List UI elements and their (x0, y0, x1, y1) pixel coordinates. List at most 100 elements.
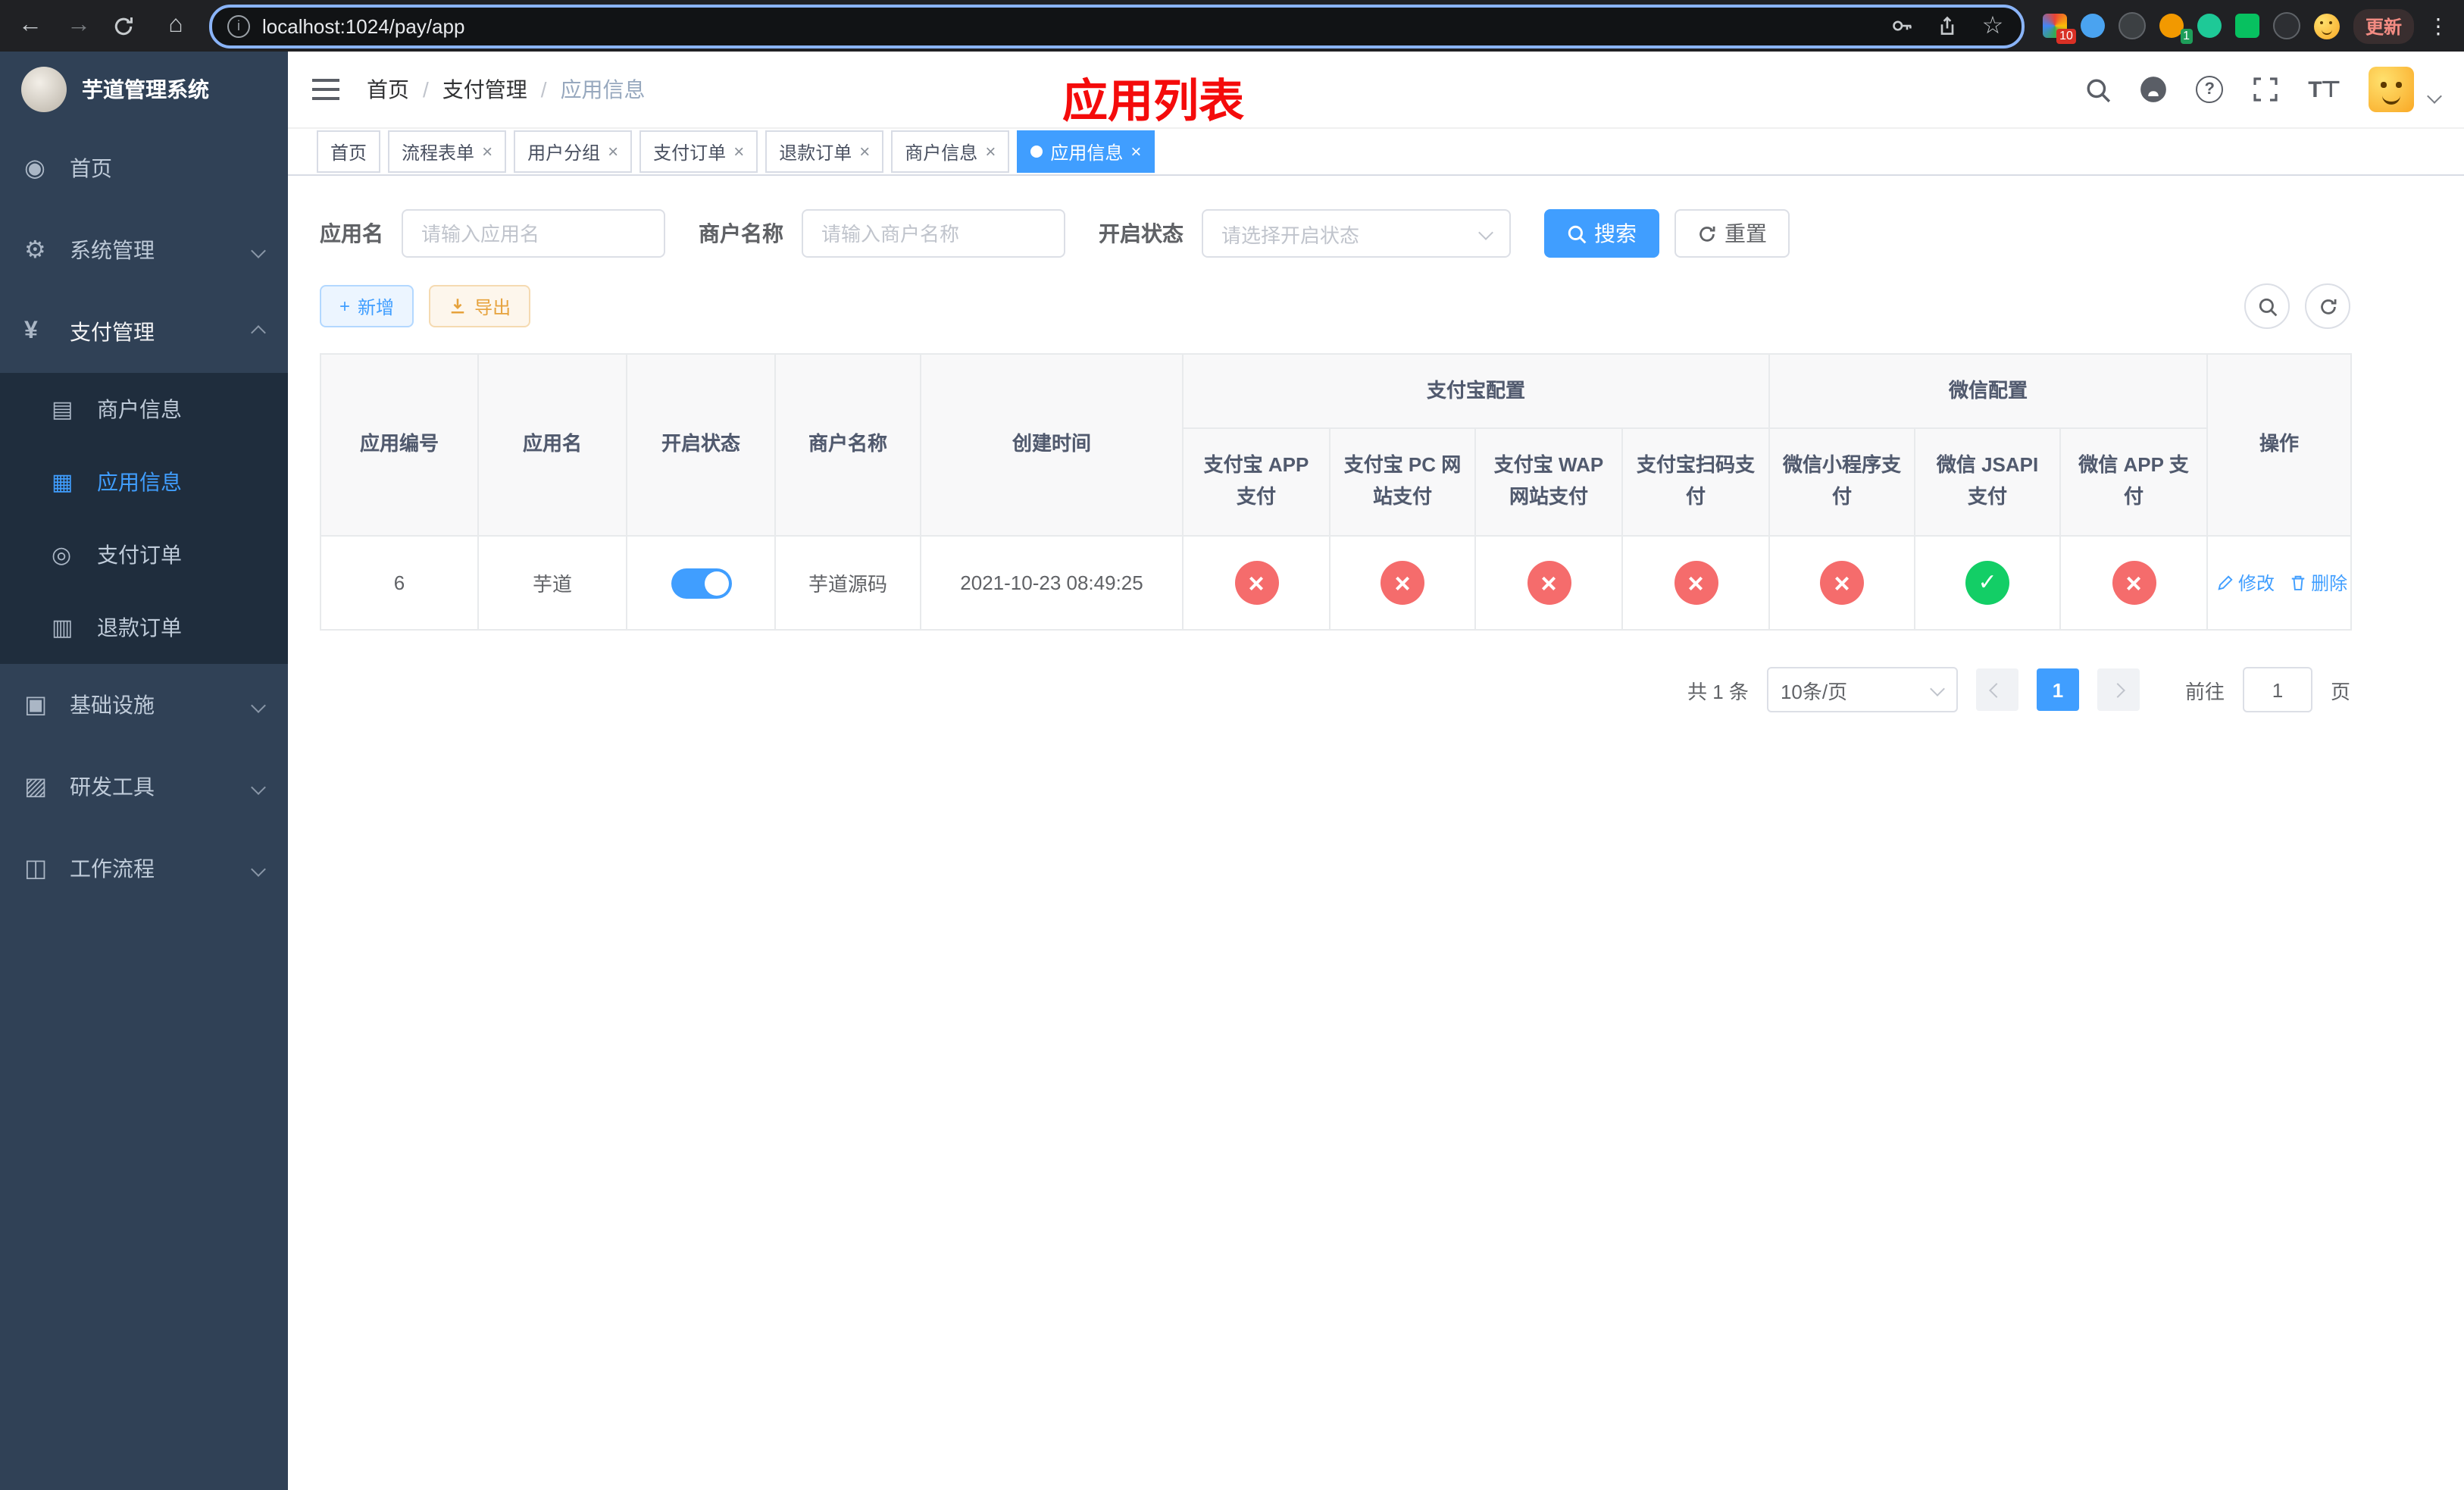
close-icon[interactable]: × (1130, 142, 1141, 161)
sidebar-item-merchant-info[interactable]: ▤ 商户信息 (0, 373, 288, 446)
chevron-right-icon (2111, 682, 2126, 697)
app-name-input[interactable] (402, 209, 665, 258)
sidebar-item-label: 支付订单 (97, 543, 182, 567)
wx-app-status-icon (2112, 561, 2156, 605)
back-icon[interactable]: ← (15, 13, 45, 38)
sidebar-item-infra[interactable]: ▣ 基础设施 (0, 664, 288, 746)
sidebar-item-label: 工作流程 (70, 856, 155, 881)
tab-home[interactable]: 首页 (317, 130, 381, 173)
edit-button[interactable]: 修改 (2217, 570, 2275, 596)
alipay-wap-status-icon (1527, 561, 1571, 605)
browser-profile-avatar[interactable] (2313, 13, 2340, 39)
tab-label: 退款订单 (779, 142, 852, 163)
content: 应用名 商户名称 开启状态 请选择开启状态 (288, 176, 2464, 712)
sidebar-item-refund-order[interactable]: ▥ 退款订单 (0, 591, 288, 664)
extension-green-circle-icon[interactable] (2197, 14, 2222, 38)
status-select[interactable]: 请选择开启状态 (1202, 209, 1511, 258)
merchant-name-input[interactable] (802, 209, 1065, 258)
col-wx-jsapi: 微信 JSAPI 支付 (1914, 427, 2062, 537)
help-icon[interactable]: ? (2196, 76, 2224, 103)
page-number-button[interactable]: 1 (2036, 668, 2079, 711)
grid-icon: ▦ (52, 470, 73, 496)
sidebar-item-pay-order[interactable]: ◎ 支付订单 (0, 518, 288, 591)
col-op: 操作 (2206, 353, 2353, 537)
add-button[interactable]: + 新增 (320, 285, 414, 327)
download-icon (451, 299, 464, 314)
breadcrumb-payment[interactable]: 支付管理 (442, 74, 527, 105)
chevron-left-icon (1990, 682, 2005, 697)
tab-merchant-info[interactable]: 商户信息 × (891, 130, 1010, 173)
reset-button[interactable]: 重置 (1674, 209, 1790, 258)
app-logo[interactable]: 芋道管理系统 (0, 52, 288, 127)
chevron-down-icon (1930, 681, 1945, 696)
close-icon[interactable]: × (859, 142, 870, 161)
sidebar-item-dev-tools[interactable]: ▨ 研发工具 (0, 746, 288, 828)
home-icon[interactable]: ⌂ (161, 13, 191, 38)
site-info-icon[interactable]: i (227, 14, 250, 37)
extension-green-square-icon[interactable] (2234, 14, 2259, 38)
sidebar-item-payment[interactable]: ¥ 支付管理 (0, 291, 288, 373)
forward-icon[interactable]: → (64, 13, 94, 38)
cell-created: 2021-10-23 08:49:25 (920, 535, 1184, 631)
cell-app-id: 6 (320, 535, 479, 631)
close-icon[interactable]: × (985, 142, 996, 161)
extension-dark-icon[interactable] (2118, 12, 2146, 39)
app-title: 芋道管理系统 (82, 77, 209, 102)
chevron-down-icon (1478, 225, 1493, 240)
table-row: 6 芋道 芋道源码 2021-10-23 08:49:25 × × × × × … (320, 535, 2353, 631)
sidebar-item-workflow[interactable]: ◫ 工作流程 (0, 828, 288, 909)
fullscreen-icon[interactable] (2252, 76, 2279, 103)
wx-mini-status-icon (1820, 561, 1865, 605)
font-size-icon[interactable]: T⊤ (2308, 76, 2341, 103)
toggle-search-button[interactable] (2244, 283, 2290, 329)
search-icon (2258, 297, 2277, 316)
toolbox-icon: ▨ (24, 775, 48, 800)
share-icon[interactable] (1934, 12, 1961, 39)
user-avatar[interactable] (2369, 67, 2414, 112)
goto-page-input[interactable] (2242, 667, 2312, 712)
cell-app-name: 芋道 (477, 535, 627, 631)
delete-button[interactable]: 删除 (2290, 570, 2347, 596)
address-bar[interactable]: i localhost:1024/pay/app ☆ (209, 4, 2025, 48)
tab-user-group[interactable]: 用户分组 × (514, 130, 633, 173)
tab-process-form[interactable]: 流程表单 × (388, 130, 507, 173)
prev-page-button[interactable] (1975, 668, 2018, 711)
browser-update-button[interactable]: 更新 (2353, 8, 2414, 43)
tab-refund-order[interactable]: 退款订单 × (765, 130, 884, 173)
hamburger-icon[interactable] (312, 79, 339, 100)
page-size-value: 10条/页 (1780, 680, 1848, 703)
close-icon[interactable]: × (482, 142, 492, 161)
sidebar-item-system[interactable]: ⚙ 系统管理 (0, 209, 288, 291)
close-icon[interactable]: × (733, 142, 744, 161)
toolbar: + 新增 导出 (320, 283, 2350, 329)
tags-view: 首页 流程表单 × 用户分组 × 支付订单 × 退款订单 × 商户信息 × 应用… (288, 129, 2464, 176)
bookmark-star-icon[interactable]: ☆ (1979, 12, 2006, 39)
extension-paw-icon[interactable] (2272, 12, 2300, 39)
sidebar-item-app-info[interactable]: ▦ 应用信息 (0, 446, 288, 518)
chevron-down-icon (251, 779, 266, 794)
search-icon[interactable] (2084, 76, 2111, 103)
tab-label: 支付订单 (653, 142, 727, 163)
sidebar-item-home[interactable]: ◉ 首页 (0, 127, 288, 209)
extension-blue-icon[interactable] (2080, 14, 2105, 38)
next-page-button[interactable] (2097, 668, 2140, 711)
close-icon[interactable]: × (608, 142, 618, 161)
breadcrumb-home[interactable]: 首页 (367, 74, 409, 105)
tab-app-info[interactable]: 应用信息 × (1017, 130, 1155, 173)
page-size-select[interactable]: 10条/页 (1766, 667, 1958, 712)
browser-menu-icon[interactable]: ⋮ (2428, 13, 2449, 39)
extension-colorful-icon[interactable]: 10 (2042, 14, 2076, 44)
extension-profile-icon[interactable]: 1 (2159, 14, 2193, 44)
github-icon[interactable] (2140, 76, 2167, 103)
trash-icon (2291, 575, 2305, 590)
export-button[interactable]: 导出 (429, 285, 531, 327)
reload-icon[interactable] (112, 14, 142, 37)
order-icon: ◎ (52, 543, 72, 568)
col-alipay-wap: 支付宝 WAP 网站支付 (1474, 427, 1623, 537)
tab-pay-order[interactable]: 支付订单 × (639, 130, 758, 173)
search-button[interactable]: 搜索 (1544, 209, 1659, 258)
refresh-table-button[interactable] (2305, 283, 2350, 329)
password-key-icon[interactable] (1888, 12, 1915, 39)
status-toggle[interactable] (671, 568, 731, 598)
page-unit-label: 页 (2330, 680, 2350, 703)
